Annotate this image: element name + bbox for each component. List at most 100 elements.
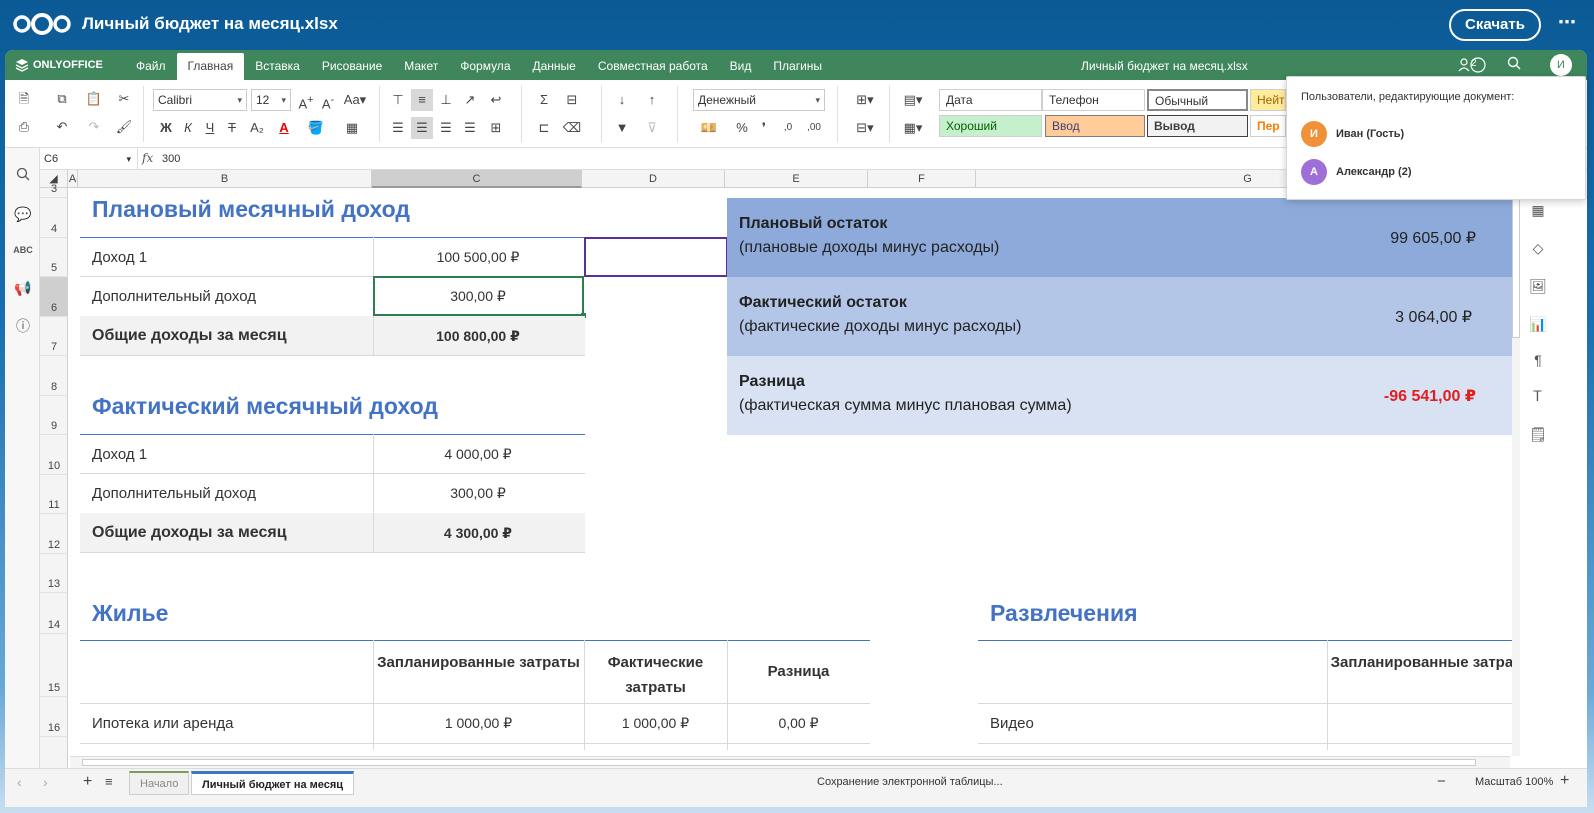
print-icon[interactable]: ⎙: [13, 116, 35, 138]
summary-planned-balance[interactable]: Плановый остаток (плановые доходы минус р…: [727, 198, 1512, 277]
delete-cells-icon[interactable]: ⊟▾: [851, 117, 879, 139]
format-painter-icon[interactable]: 🖌: [113, 116, 135, 138]
change-case-icon[interactable]: Aa▾: [341, 89, 369, 111]
planned-total-label[interactable]: Общие доходы за месяц: [92, 327, 287, 345]
autosum-icon[interactable]: Σ: [533, 89, 555, 111]
format-table-icon[interactable]: ▦▾: [899, 117, 927, 139]
italic-button[interactable]: К: [177, 117, 199, 139]
justify-icon[interactable]: ☰: [459, 117, 481, 139]
save-copy-icon[interactable]: 🗎: [13, 88, 35, 110]
align-bottom-icon[interactable]: ⊥: [435, 89, 457, 111]
copy-icon[interactable]: ⧉: [51, 88, 73, 110]
actual-extra-income-label[interactable]: Дополнительный доход: [92, 485, 256, 502]
housing-row-label[interactable]: Ипотека или аренда: [92, 715, 233, 732]
row-header[interactable]: 13: [40, 554, 68, 593]
fx-icon[interactable]: fx: [142, 151, 153, 165]
clear-filter-icon[interactable]: ⊽: [641, 117, 663, 139]
row-header[interactable]: 14: [40, 593, 68, 634]
wrap-text-icon[interactable]: ↩: [485, 89, 507, 111]
vertical-scroll-thumb[interactable]: [1512, 188, 1520, 338]
paste-icon[interactable]: 📋: [83, 88, 105, 110]
planned-extra-income-label[interactable]: Дополнительный доход: [92, 288, 256, 305]
summary-difference[interactable]: Разница (фактическая сумма минус плановая…: [727, 356, 1512, 435]
conditional-format-icon[interactable]: ▤▾: [899, 89, 927, 111]
row-header[interactable]: 6: [40, 277, 68, 317]
style-normal[interactable]: Обычный: [1147, 89, 1248, 111]
housing-header-actual[interactable]: Фактические затраты: [584, 650, 727, 700]
column-header-b[interactable]: B: [78, 170, 372, 188]
housing-row-diff[interactable]: 0,00 ₽: [727, 715, 870, 732]
housing-header-planned[interactable]: Запланированные затраты: [373, 650, 584, 675]
decrease-decimal-button[interactable]: ,0: [777, 117, 799, 139]
row-header[interactable]: 16: [40, 697, 68, 737]
row-header[interactable]: 4: [40, 198, 68, 238]
comments-icon[interactable]: 💬: [13, 204, 33, 224]
row-header[interactable]: 8: [40, 356, 68, 396]
current-user-avatar[interactable]: И: [1550, 54, 1572, 76]
sort-asc-icon[interactable]: ↓: [611, 89, 633, 111]
align-right-icon[interactable]: ☰: [435, 117, 457, 139]
info-icon[interactable]: ⓘ: [13, 316, 33, 336]
actual-total-value[interactable]: 4 300,00 ₽: [373, 525, 583, 542]
undo-icon[interactable]: ↶: [51, 116, 73, 138]
borders-icon[interactable]: ▦: [341, 117, 363, 139]
style-date[interactable]: Дата: [939, 89, 1042, 111]
row-header[interactable]: 7: [40, 317, 68, 356]
align-left-icon[interactable]: ☰: [387, 117, 409, 139]
column-header-f[interactable]: F: [868, 170, 976, 188]
merge-cells-icon[interactable]: ⊞: [485, 117, 507, 139]
row-header[interactable]: 12: [40, 514, 68, 554]
increase-font-icon[interactable]: A+: [295, 89, 317, 111]
vertical-scrollbar[interactable]: [1512, 188, 1520, 756]
comma-style-icon[interactable]: ❜: [753, 117, 775, 139]
tab-7[interactable]: Совместная работа: [587, 50, 719, 80]
column-header-c[interactable]: C: [372, 170, 582, 188]
underline-button[interactable]: Ч: [199, 117, 221, 139]
column-header-d[interactable]: D: [582, 170, 725, 188]
subscript-button[interactable]: A₂: [243, 117, 271, 139]
planned-income-value[interactable]: 100 500,00 ₽: [373, 249, 583, 266]
tab-2[interactable]: Вставка: [244, 50, 311, 80]
redo-icon[interactable]: ↷: [83, 116, 105, 138]
fill-color-icon[interactable]: 🪣: [305, 117, 327, 139]
decrease-font-icon[interactable]: A-: [317, 89, 339, 111]
entertainment-header-planned[interactable]: Запланированные затраты: [1327, 650, 1520, 675]
user-entry[interactable]: А Александр (2): [1301, 159, 1411, 185]
summary-actual-balance[interactable]: Фактический остаток (фактические доходы м…: [727, 277, 1512, 356]
text-art-icon[interactable]: Ꭲ: [1528, 386, 1548, 406]
actual-income-label[interactable]: Доход 1: [92, 446, 147, 463]
next-sheet-icon[interactable]: ›: [43, 774, 48, 790]
sheet-tab-start[interactable]: Начало: [129, 771, 190, 795]
tab-6[interactable]: Данные: [522, 50, 587, 80]
strikethrough-button[interactable]: Т: [221, 117, 243, 139]
tab-4[interactable]: Макет: [393, 50, 449, 80]
sheet-grid[interactable]: ◢ A B C D E F G 3 4 5 6 7 8 9 10 11 12 1…: [40, 170, 1520, 770]
nextcloud-logo-icon[interactable]: [12, 12, 72, 36]
style-neutral[interactable]: Нейт: [1250, 89, 1286, 111]
filter-icon[interactable]: ▼: [611, 117, 633, 139]
planned-income-label[interactable]: Доход 1: [92, 249, 147, 266]
row-header[interactable]: 15: [40, 634, 68, 697]
tab-0[interactable]: Файл: [125, 50, 177, 80]
row-header[interactable]: 3: [40, 183, 68, 198]
number-format-select[interactable]: Денежный ▾: [693, 89, 825, 111]
search-icon[interactable]: [1505, 56, 1523, 74]
sort-desc-icon[interactable]: ↑: [641, 89, 663, 111]
paragraph-settings-icon[interactable]: ¶: [1528, 350, 1548, 370]
horizontal-scroll-thumb[interactable]: [82, 759, 1476, 766]
housing-row-planned[interactable]: 1 000,00 ₽: [373, 715, 584, 732]
font-name-select[interactable]: Calibri ▾: [153, 89, 247, 111]
cell-name-box[interactable]: C6 ▾: [40, 148, 138, 170]
fill-icon[interactable]: ⊟: [561, 89, 583, 111]
download-button[interactable]: Скачать: [1449, 9, 1541, 41]
formula-input[interactable]: 300: [162, 148, 180, 170]
row-header[interactable]: 11: [40, 475, 68, 514]
actual-total-label[interactable]: Общие доходы за месяц: [92, 524, 287, 542]
user-entry[interactable]: И Иван (Гость): [1301, 121, 1404, 147]
column-header-e[interactable]: E: [725, 170, 868, 188]
feedback-icon[interactable]: 📢: [13, 278, 33, 298]
style-phone[interactable]: Телефон: [1042, 89, 1145, 111]
search-icon[interactable]: [13, 166, 33, 186]
cut-icon[interactable]: ✂: [113, 88, 135, 110]
clear-icon[interactable]: ⌫: [561, 117, 583, 139]
